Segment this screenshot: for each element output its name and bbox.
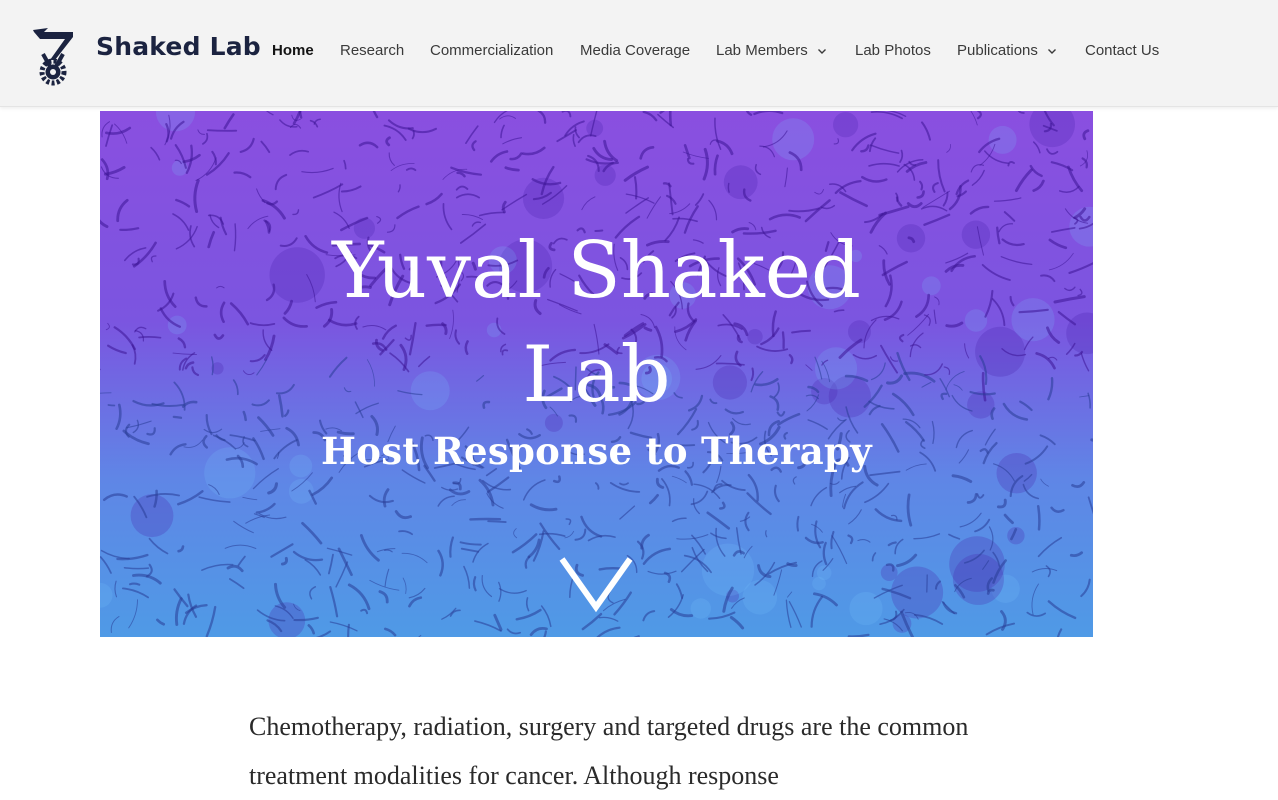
hero-subtitle: Host Response to Therapy xyxy=(321,429,872,473)
nav-item-label: Media Coverage xyxy=(580,42,691,59)
nav-item-commercialization[interactable]: Commercialization xyxy=(430,42,553,59)
nav-item-media-coverage[interactable]: Media Coverage xyxy=(580,42,690,59)
nav-item-label: Commercialization xyxy=(430,42,554,59)
intro-paragraph: Chemotherapy, radiation, surgery and tar… xyxy=(249,712,969,790)
nav-item-label: Research xyxy=(340,42,405,59)
nav-item-label: Home xyxy=(272,42,314,59)
nav-item-contact-us[interactable]: Contact Us xyxy=(1085,42,1159,59)
hero-title-line2: Lab xyxy=(522,330,671,420)
chevron-down-icon xyxy=(1047,48,1056,54)
nav-item-research[interactable]: Research xyxy=(340,42,404,59)
nav-item-publications[interactable]: Publications xyxy=(957,42,1057,59)
nav-item-lab-photos[interactable]: Lab Photos xyxy=(855,42,931,59)
site-header: Shaked Lab Home Research Commercializati… xyxy=(0,0,1278,107)
hero-title-line1: Yuval Shaked xyxy=(332,226,861,316)
nav-item-label: Lab Members xyxy=(716,42,808,59)
nav-item-lab-members[interactable]: Lab Members xyxy=(716,42,827,59)
chevron-down-icon xyxy=(817,48,826,54)
nav-item-label: Lab Photos xyxy=(855,42,931,59)
hero-title: Yuval Shaked Lab xyxy=(100,219,1093,427)
hero-banner: Yuval Shaked Lab Host Response to Therap… xyxy=(100,111,1093,637)
chevron-down-icon[interactable] xyxy=(558,555,634,613)
nav-item-label: Contact Us xyxy=(1085,42,1160,59)
nav-item-home[interactable]: Home xyxy=(272,42,314,59)
main-nav: Home Research Commercialization Media Co… xyxy=(0,0,1278,106)
nav-item-label: Publications xyxy=(957,42,1038,59)
